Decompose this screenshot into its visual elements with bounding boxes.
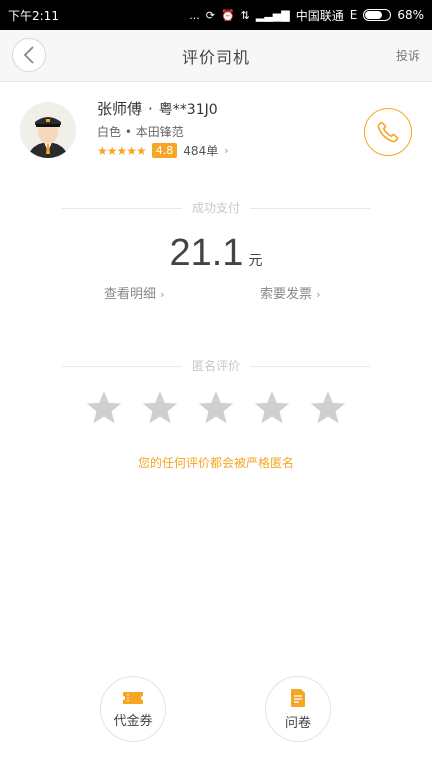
rate-star-1[interactable] <box>84 388 124 428</box>
rating-score-badge: 4.8 <box>151 143 178 158</box>
document-icon <box>291 688 305 707</box>
status-time: 下午2:11 <box>8 8 59 23</box>
rate-star-4[interactable] <box>252 388 292 428</box>
network-type: E <box>349 8 358 22</box>
driver-rating[interactable]: ★★★★★ 4.8 484单 › <box>97 142 229 159</box>
rate-star-2[interactable] <box>140 388 180 428</box>
rating-section-title: 匿名评价 <box>62 357 370 374</box>
call-driver-button[interactable] <box>364 108 412 156</box>
page-title: 评价司机 <box>181 47 250 67</box>
header: 评价司机 投诉 <box>0 30 432 82</box>
anonymous-note: 您的任何评价都会被严格匿名 <box>137 456 294 470</box>
survey-label: 问卷 <box>284 715 311 731</box>
rating-section-label: 匿名评价 <box>191 359 240 373</box>
alarm-icon: ⏰ <box>220 8 235 22</box>
status-bar: 下午2:11 ... ⟳ ⏰ ⇅ ▂▃▅▇ 中国联通 E 68% <box>0 0 432 30</box>
chevron-right-icon: › <box>316 288 321 301</box>
signal-icon: ▂▃▅▇ <box>255 8 290 22</box>
survey-button[interactable]: 问卷 <box>265 676 331 742</box>
carrier-name: 中国联通 <box>295 8 344 23</box>
rate-star-5[interactable] <box>308 388 348 428</box>
view-detail-link[interactable]: 查看明细 › <box>104 283 165 302</box>
battery-level: 68% <box>397 8 424 22</box>
status-icons: ... ⟳ ⏰ ⇅ ▂▃▅▇ 中国联通 E 68% <box>189 7 424 24</box>
request-invoice-label: 索要发票 <box>260 287 313 302</box>
coupon-button[interactable]: 代金券 <box>100 676 166 742</box>
driver-card: 张师傅 · 粤**31J0 白色 • 本田锋范 ★★★★★ 4.8 484单 › <box>0 82 432 182</box>
data-arrows-icon: ⇅ <box>240 8 250 22</box>
driver-name-line: 张师傅 · 粤**31J0 <box>97 98 218 119</box>
rating-stars-icon: ★★★★★ <box>97 143 147 158</box>
more-dots-icon: ... <box>189 8 200 22</box>
rating-stars <box>0 388 432 428</box>
back-button[interactable] <box>12 38 46 72</box>
driver-name: 张师傅 <box>97 100 143 118</box>
name-separator: · <box>148 100 153 118</box>
amount-unit: 元 <box>248 253 263 269</box>
rate-star-3[interactable] <box>196 388 236 428</box>
payment-section-label: 成功支付 <box>191 201 240 215</box>
phone-icon <box>377 121 399 143</box>
driver-avatar-icon <box>20 102 76 158</box>
driver-avatar <box>20 102 76 158</box>
ticket-icon <box>123 691 143 704</box>
license-plate: 粤**31J0 <box>158 102 218 118</box>
request-invoice-link[interactable]: 索要发票 › <box>260 283 321 302</box>
car-info: 白色 • 本田锋范 <box>97 125 184 139</box>
paid-amount: 21.1 元 <box>0 232 432 275</box>
sync-icon: ⟳ <box>205 8 215 22</box>
payment-section-title: 成功支付 <box>62 199 370 216</box>
view-detail-label: 查看明细 <box>104 287 157 302</box>
amount-value: 21.1 <box>169 232 244 274</box>
chevron-left-icon <box>23 46 34 64</box>
order-count: 484单 <box>183 144 219 158</box>
coupon-label: 代金券 <box>113 713 153 729</box>
complain-button[interactable]: 投诉 <box>396 47 420 64</box>
battery-icon <box>363 9 392 21</box>
chevron-right-icon: › <box>224 144 229 157</box>
chevron-right-icon: › <box>160 288 165 301</box>
